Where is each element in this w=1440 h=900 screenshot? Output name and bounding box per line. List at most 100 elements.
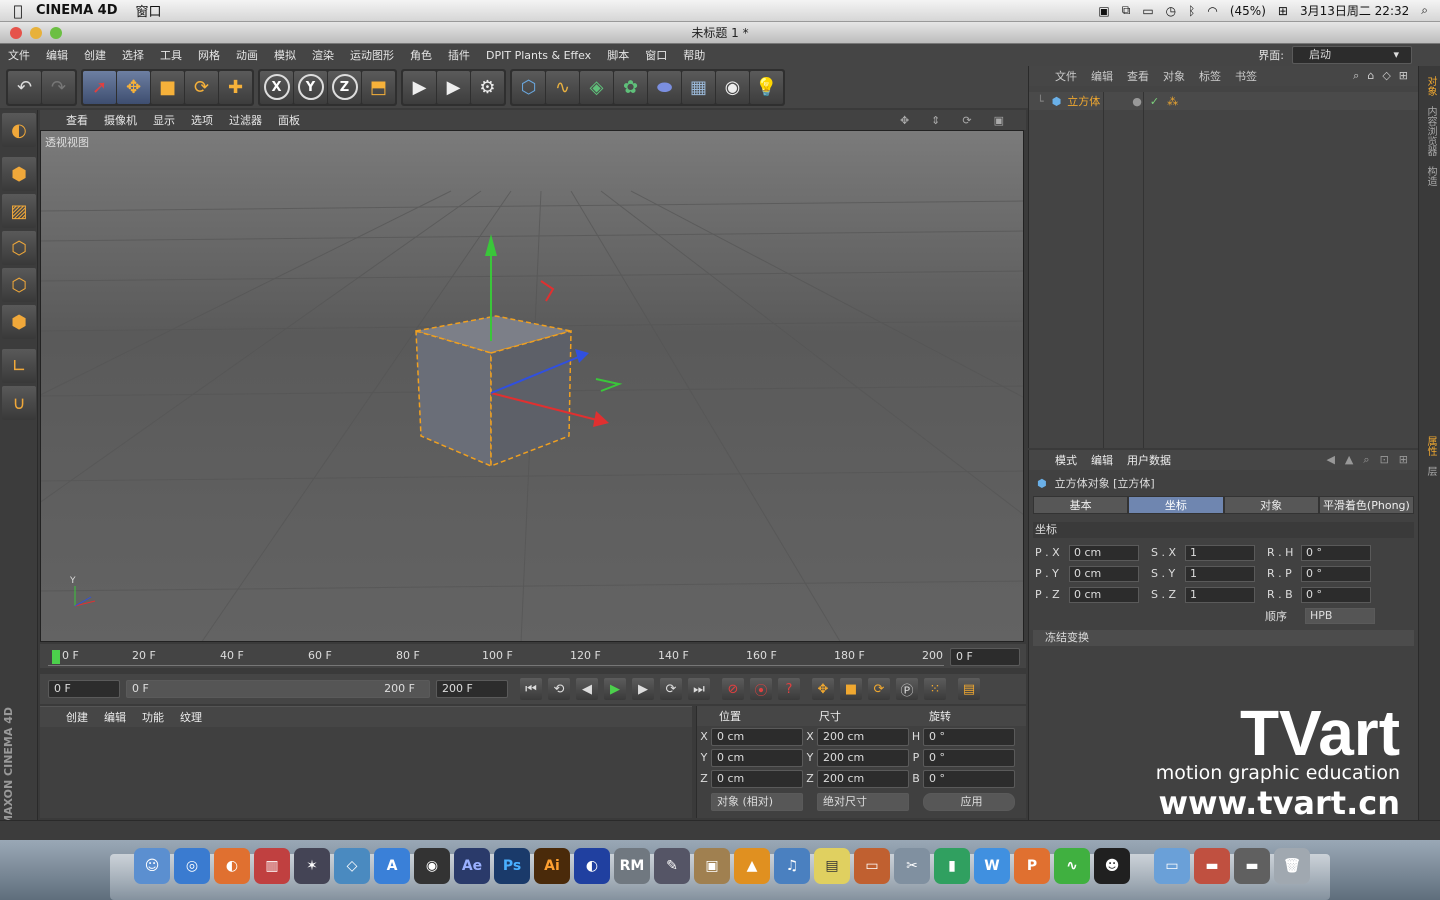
word-icon[interactable]: W: [974, 848, 1010, 884]
safari-icon[interactable]: ◎: [174, 848, 210, 884]
obj-menu-file[interactable]: 文件: [1055, 68, 1077, 84]
side-tab-layers[interactable]: 层: [1423, 466, 1438, 476]
rp-field[interactable]: 0 °: [1301, 565, 1371, 582]
key-param-icon[interactable]: Ⓟ: [896, 678, 918, 700]
start-frame-field[interactable]: 0 F: [48, 680, 120, 698]
object-row[interactable]: └ ⬢ 立方体 ● ✓ ⁂: [1029, 92, 1419, 110]
vp-menu-filter[interactable]: 过滤器: [229, 112, 262, 128]
attr-menu-userdata[interactable]: 用户数据: [1127, 452, 1171, 468]
photo-icon[interactable]: ▣: [694, 848, 730, 884]
side-tab-objects[interactable]: 对象: [1423, 76, 1438, 96]
quill-icon[interactable]: ✎: [654, 848, 690, 884]
numbers-icon[interactable]: ▮: [934, 848, 970, 884]
folder-icon[interactable]: ▭: [1154, 848, 1190, 884]
scale-tool-icon[interactable]: ■: [151, 70, 184, 104]
zoom-button[interactable]: [50, 27, 62, 39]
menu-simulate[interactable]: 模拟: [266, 47, 304, 63]
tag-icon[interactable]: ⁂: [1167, 95, 1178, 108]
axis-mode-icon[interactable]: ∟: [2, 349, 36, 383]
dvd-player-icon[interactable]: ◉: [414, 848, 450, 884]
vp-menu-view[interactable]: 查看: [66, 112, 88, 128]
texture-mode-icon[interactable]: ▨: [2, 194, 36, 228]
menu-mograph[interactable]: 运动图形: [342, 47, 402, 63]
menu-plugins[interactable]: 插件: [440, 47, 478, 63]
menu-character[interactable]: 角色: [402, 47, 440, 63]
notes-icon[interactable]: ▤: [814, 848, 850, 884]
spotlight-icon[interactable]: ⌕: [1421, 3, 1428, 18]
obj-menu-objects[interactable]: 对象: [1163, 68, 1185, 84]
tab-object[interactable]: 对象: [1223, 496, 1319, 514]
attr-menu-edit[interactable]: 编辑: [1091, 452, 1113, 468]
render-view-icon[interactable]: ▶: [403, 70, 436, 104]
attr-menu-mode[interactable]: 模式: [1055, 452, 1077, 468]
model-mode-icon[interactable]: ⬢: [2, 157, 36, 191]
light-icon[interactable]: 💡: [750, 70, 783, 104]
end-frame-field[interactable]: 200 F: [436, 680, 508, 698]
menu-tools[interactable]: 工具: [152, 47, 190, 63]
record-icon[interactable]: ⊘: [722, 678, 744, 700]
perspective-viewport[interactable]: Y 透视视图: [40, 130, 1024, 642]
qq-icon[interactable]: ☻: [1094, 848, 1130, 884]
obj-menu-bookmarks[interactable]: 书签: [1235, 68, 1257, 84]
layout-select[interactable]: 启动 ▾: [1292, 46, 1412, 64]
live-select-icon[interactable]: ➚: [83, 70, 116, 104]
sx-field[interactable]: 1: [1185, 544, 1255, 561]
material-manager[interactable]: 创建 编辑 功能 纹理: [40, 706, 692, 818]
vp-menu-display[interactable]: 显示: [153, 112, 175, 128]
mat-menu-function[interactable]: 功能: [142, 709, 164, 725]
coord-mode-select[interactable]: 对象 (相对): [711, 792, 803, 811]
order-select[interactable]: HPB: [1305, 607, 1375, 624]
timeline[interactable]: 0 F 20 F 40 F 60 F 80 F 100 F 120 F 140 …: [40, 644, 1026, 668]
menu-animate[interactable]: 动画: [228, 47, 266, 63]
wave-icon[interactable]: ∿: [1054, 848, 1090, 884]
keynote-icon[interactable]: ▭: [854, 848, 890, 884]
timeline-icon[interactable]: ▤: [958, 678, 980, 700]
key-scale-icon[interactable]: ■: [840, 678, 862, 700]
back-arrow-icon[interactable]: ◀: [1326, 453, 1334, 467]
coordinate-system-icon[interactable]: ⬒: [362, 70, 395, 104]
search-icon[interactable]: ⌕: [1353, 69, 1359, 83]
battery-status[interactable]: (45%): [1230, 4, 1266, 18]
px-field[interactable]: 0 cm: [1069, 544, 1139, 561]
py-field[interactable]: 0 cm: [1069, 565, 1139, 582]
zoom-icon[interactable]: ⇕: [931, 114, 940, 127]
os-menu-window[interactable]: 窗口: [136, 1, 162, 20]
freeze-transform-section[interactable]: 冻结变换: [1033, 630, 1414, 646]
playhead[interactable]: [52, 650, 60, 664]
vp-menu-panel[interactable]: 面板: [278, 112, 300, 128]
after-effects-icon[interactable]: Ae: [454, 848, 490, 884]
screen-icon[interactable]: ⧉: [1122, 3, 1131, 18]
pan-icon[interactable]: ✥: [900, 114, 909, 127]
obj-menu-tags[interactable]: 标签: [1199, 68, 1221, 84]
finder-icon[interactable]: ☺: [134, 848, 170, 884]
photoshop-icon[interactable]: Ps: [494, 848, 530, 884]
floor-icon[interactable]: ▦: [682, 70, 715, 104]
move-tool-icon[interactable]: ✥: [117, 70, 150, 104]
keyframe-selection-icon[interactable]: ?: [778, 678, 800, 700]
make-editable-icon[interactable]: ◐: [2, 113, 36, 147]
up-arrow-icon[interactable]: ▲: [1345, 453, 1353, 467]
go-to-end-icon[interactable]: ⏭: [688, 678, 710, 700]
camera-icon[interactable]: ◉: [716, 70, 749, 104]
minimize-button[interactable]: [30, 27, 42, 39]
mat-menu-edit[interactable]: 编辑: [104, 709, 126, 725]
side-tab-attributes[interactable]: 属性: [1423, 436, 1438, 456]
new-window-icon[interactable]: ⊞: [1399, 69, 1408, 83]
orbit-icon[interactable]: ⟳: [962, 114, 971, 127]
bluetooth-icon[interactable]: ᛒ: [1188, 4, 1195, 18]
firefox-icon[interactable]: ◐: [214, 848, 250, 884]
cube-primitive-icon[interactable]: ⬡: [512, 70, 545, 104]
maximize-view-icon[interactable]: ▣: [994, 114, 1004, 127]
lock-icon[interactable]: ⊡: [1380, 453, 1389, 467]
new-window-icon[interactable]: ⊞: [1399, 453, 1408, 467]
rm-icon[interactable]: RM: [614, 848, 650, 884]
timeline-ruler[interactable]: 0 F 20 F 40 F 60 F 80 F 100 F 120 F 140 …: [48, 648, 944, 666]
prev-key-icon[interactable]: ⟲: [548, 678, 570, 700]
time-machine-icon[interactable]: ◷: [1166, 4, 1176, 18]
obj-menu-edit[interactable]: 编辑: [1091, 68, 1113, 84]
cinema4d-icon[interactable]: ◐: [574, 848, 610, 884]
apple-icon[interactable]: : [0, 2, 36, 20]
menu-select[interactable]: 选择: [114, 47, 152, 63]
y-axis-lock-icon[interactable]: Y: [294, 70, 327, 104]
x-axis-lock-icon[interactable]: X: [260, 70, 293, 104]
